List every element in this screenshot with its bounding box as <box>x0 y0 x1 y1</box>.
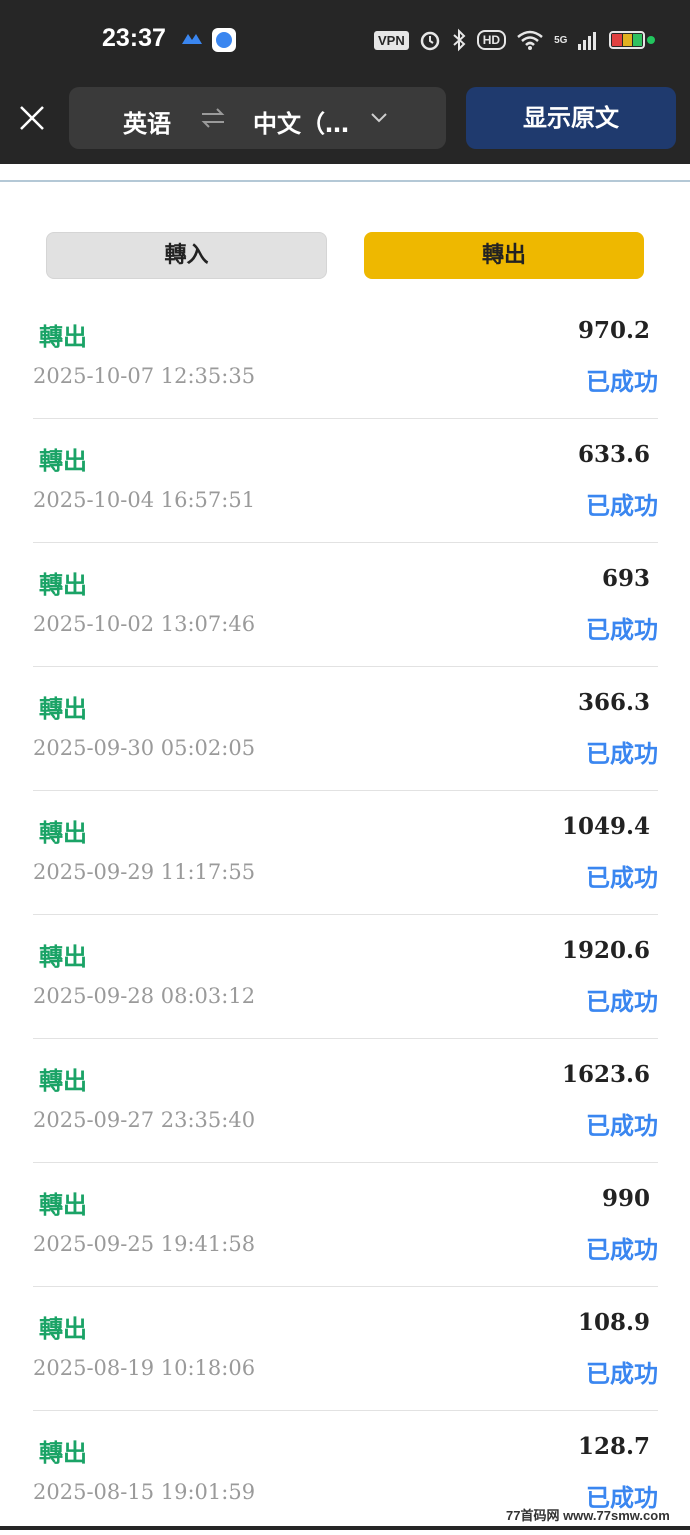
transaction-status: 已成功 <box>586 368 658 396</box>
network-type: 5G <box>554 34 568 46</box>
cloud-app-icon <box>182 34 202 44</box>
translate-toolbar: 英语 中文（… 显示原文 <box>0 80 690 164</box>
privacy-indicator-dot <box>647 36 655 44</box>
tab-transfer-out[interactable]: 轉出 <box>364 232 644 279</box>
bottom-edge <box>0 1526 690 1530</box>
transaction-time: 2025-09-30 05:02:05 <box>33 736 256 760</box>
transaction-amount: 1920.6 <box>561 937 650 964</box>
transaction-amount: 970.2 <box>577 317 650 344</box>
top-bar: 23:37 VPN HD 5G 英语 中文（… 显示原文 <box>0 0 690 164</box>
list-item[interactable]: 轉出 2025-08-19 10:18:06 108.9 已成功 <box>33 1287 658 1411</box>
transaction-amount: 1049.4 <box>561 813 650 840</box>
wifi-icon <box>517 30 543 50</box>
target-language[interactable]: 中文（… <box>253 104 349 139</box>
close-icon[interactable] <box>14 100 50 136</box>
transaction-status: 已成功 <box>586 740 658 768</box>
tab-transfer-in[interactable]: 轉入 <box>46 232 327 279</box>
transaction-type: 轉出 <box>39 1439 87 1467</box>
hd-badge: HD <box>476 30 507 50</box>
swap-languages-icon[interactable] <box>200 107 226 129</box>
system-icons: VPN HD 5G <box>374 26 646 54</box>
list-item[interactable]: 轉出 2025-09-28 08:03:12 1920.6 已成功 <box>33 915 658 1039</box>
transaction-amount: 1623.6 <box>561 1061 650 1088</box>
watermark: 77首码网 www.77smw.com <box>506 1508 670 1523</box>
transaction-amount: 128.7 <box>577 1433 650 1460</box>
transaction-time: 2025-08-15 19:01:59 <box>33 1480 256 1504</box>
transaction-amount: 366.3 <box>577 689 650 716</box>
transaction-time: 2025-09-25 19:41:58 <box>33 1232 256 1256</box>
source-language[interactable]: 英语 <box>123 104 171 139</box>
transaction-time: 2025-10-04 16:57:51 <box>33 488 256 512</box>
transaction-amount: 990 <box>601 1185 650 1212</box>
transaction-status: 已成功 <box>586 1360 658 1388</box>
transaction-type: 轉出 <box>39 695 87 723</box>
list-item[interactable]: 轉出 2025-09-27 23:35:40 1623.6 已成功 <box>33 1039 658 1163</box>
transaction-time: 2025-09-28 08:03:12 <box>33 984 256 1008</box>
transaction-type: 轉出 <box>39 571 87 599</box>
transaction-type: 轉出 <box>39 943 87 971</box>
transaction-status: 已成功 <box>586 864 658 892</box>
transaction-amount: 108.9 <box>577 1309 650 1336</box>
transaction-type: 轉出 <box>39 447 87 475</box>
bluetooth-icon <box>453 28 466 52</box>
signal-icon <box>578 32 597 50</box>
transaction-type: 轉出 <box>39 323 87 351</box>
transaction-type: 轉出 <box>39 1067 87 1095</box>
list-item[interactable]: 轉出 2025-10-04 16:57:51 633.6 已成功 <box>33 419 658 543</box>
battery-icon <box>609 31 646 49</box>
header-divider <box>0 180 690 182</box>
status-bar: 23:37 VPN HD 5G <box>0 0 690 80</box>
show-original-button[interactable]: 显示原文 <box>466 87 676 149</box>
app-badge-icon <box>212 28 236 52</box>
transaction-amount: 693 <box>601 565 650 592</box>
transaction-time: 2025-09-29 11:17:55 <box>33 860 256 884</box>
transaction-time: 2025-08-19 10:18:06 <box>33 1356 256 1380</box>
transaction-amount: 633.6 <box>577 441 650 468</box>
alarm-icon <box>420 31 439 51</box>
transaction-status: 已成功 <box>586 988 658 1016</box>
language-selector[interactable]: 英语 中文（… <box>69 87 446 149</box>
transfer-tabs: 轉入 轉出 <box>0 232 690 280</box>
list-item[interactable]: 轉出 2025-10-07 12:35:35 970.2 已成功 <box>33 295 658 419</box>
list-item[interactable]: 轉出 2025-09-30 05:02:05 366.3 已成功 <box>33 667 658 791</box>
transaction-status: 已成功 <box>586 492 658 520</box>
transaction-status: 已成功 <box>586 616 658 644</box>
transaction-status: 已成功 <box>586 1112 658 1140</box>
list-item[interactable]: 轉出 2025-09-25 19:41:58 990 已成功 <box>33 1163 658 1287</box>
transaction-type: 轉出 <box>39 819 87 847</box>
transaction-type: 轉出 <box>39 1191 87 1219</box>
transaction-status: 已成功 <box>586 1236 658 1264</box>
vpn-badge: VPN <box>374 30 409 50</box>
list-item[interactable]: 轉出 2025-09-29 11:17:55 1049.4 已成功 <box>33 791 658 915</box>
transaction-time: 2025-10-07 12:35:35 <box>33 364 256 388</box>
transaction-time: 2025-09-27 23:35:40 <box>33 1108 256 1132</box>
list-item[interactable]: 轉出 2025-10-02 13:07:46 693 已成功 <box>33 543 658 667</box>
transaction-list: 轉出 2025-10-07 12:35:35 970.2 已成功 轉出 2025-10-0… <box>0 295 690 1535</box>
transaction-time: 2025-10-02 13:07:46 <box>33 612 256 636</box>
transaction-type: 轉出 <box>39 1315 87 1343</box>
status-time: 23:37 <box>102 24 166 52</box>
chevron-down-icon[interactable] <box>369 111 389 125</box>
